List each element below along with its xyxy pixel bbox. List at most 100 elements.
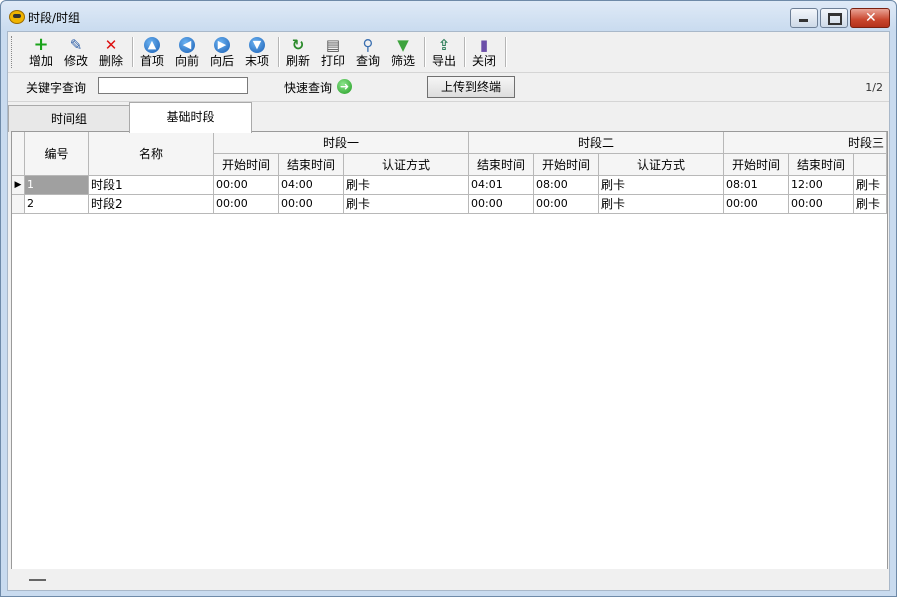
quick-search-label[interactable]: 快速查询 <box>284 79 332 96</box>
table-cell[interactable]: 08:00 <box>534 176 599 195</box>
last-button[interactable]: ▼ 末项 <box>241 34 273 70</box>
filter-button[interactable]: ▼ 筛选 <box>387 34 419 70</box>
edit-label: 修改 <box>63 54 88 68</box>
add-button[interactable]: + 增加 <box>25 34 57 70</box>
table-cell-name[interactable]: 时段1 <box>89 176 214 195</box>
col-header-start[interactable]: 开始时间 <box>534 154 599 176</box>
window-title: 时段/时组 <box>28 11 81 25</box>
first-icon: ▲ <box>144 37 160 53</box>
col-header-end[interactable]: 结束时间 <box>789 154 854 176</box>
col-header-auth-partial[interactable] <box>854 154 887 176</box>
add-icon: + <box>33 34 49 55</box>
close-button[interactable]: ▮ 关闭 <box>468 34 500 70</box>
col-header-auth[interactable]: 认证方式 <box>599 154 724 176</box>
delete-label: 删除 <box>98 54 123 68</box>
table-cell-no[interactable]: 1 <box>25 176 89 195</box>
title-bar[interactable]: 时段/时组 ✕ <box>1 1 896 31</box>
col-header-no[interactable]: 编号 <box>25 132 89 176</box>
table-cell[interactable]: 04:00 <box>279 176 344 195</box>
first-button[interactable]: ▲ 首项 <box>136 34 168 70</box>
table-cell[interactable]: 刷卡 <box>344 195 469 214</box>
first-label: 首项 <box>139 54 164 68</box>
table-cell[interactable]: 刷卡 <box>599 176 724 195</box>
print-button[interactable]: ▤ 打印 <box>317 34 349 70</box>
table-cell[interactable]: 00:00 <box>214 176 279 195</box>
keyword-label: 关键字查询 <box>26 81 87 95</box>
data-grid[interactable]: 编号 名称 时段一 时段二 时段三 开始时间 结束时间 认证方式 结束时间 开始… <box>11 131 888 570</box>
search-icon: ⚲ <box>362 36 374 54</box>
group-header-period2: 时段二 <box>469 132 724 154</box>
group-header-period1: 时段一 <box>214 132 469 154</box>
table-cell[interactable]: 00:00 <box>469 195 534 214</box>
filter-icon: ▼ <box>397 36 409 54</box>
table-cell[interactable]: 04:01 <box>469 176 534 195</box>
app-icon <box>9 10 25 24</box>
next-label: 向后 <box>209 54 234 68</box>
table-cell[interactable]: 刷卡 <box>344 176 469 195</box>
col-header-start[interactable]: 开始时间 <box>214 154 279 176</box>
table-cell[interactable]: 00:00 <box>279 195 344 214</box>
keyword-input[interactable] <box>98 77 248 94</box>
table-cell[interactable]: 刷卡 <box>854 176 887 195</box>
search-button[interactable]: ⚲ 查询 <box>352 34 384 70</box>
quick-search-go-icon[interactable]: ➜ <box>337 79 352 94</box>
tab-time-group[interactable]: 时间组 <box>8 105 130 132</box>
toolbar: + 增加 ✎ 修改 ✕ 删除 ▲ 首项 ◀ 向前 ▶ 向后 ▼ 末项 ↻ 刷新 … <box>8 32 889 73</box>
current-row-indicator-icon[interactable]: ▶ <box>12 176 25 195</box>
previous-icon: ◀ <box>179 37 195 53</box>
print-icon: ▤ <box>325 36 341 54</box>
table-cell[interactable]: 00:00 <box>534 195 599 214</box>
table-cell[interactable]: 刷卡 <box>854 195 887 214</box>
table-cell[interactable]: 08:01 <box>724 176 789 195</box>
export-icon: ⇪ <box>437 36 451 54</box>
delete-button[interactable]: ✕ 删除 <box>95 34 127 70</box>
col-header-end[interactable]: 结束时间 <box>469 154 534 176</box>
edit-button[interactable]: ✎ 修改 <box>60 34 92 70</box>
toolbar-separator <box>132 37 134 67</box>
table-cell-name[interactable]: 时段2 <box>89 195 214 214</box>
col-header-end[interactable]: 结束时间 <box>279 154 344 176</box>
status-bar <box>8 569 889 590</box>
query-bar: 关键字查询 快速查询 ➜ 上传到终端 1/2 <box>8 73 889 102</box>
row-indicator[interactable] <box>12 195 25 214</box>
toolbar-separator <box>424 37 426 67</box>
main-window: 时段/时组 ✕ + 增加 ✎ 修改 ✕ 删除 ▲ 首项 ◀ 向前 ▶ 向后 ▼ … <box>0 0 897 597</box>
add-label: 增加 <box>28 54 53 68</box>
col-header-auth[interactable]: 认证方式 <box>344 154 469 176</box>
minimize-icon <box>799 19 808 22</box>
maximize-button[interactable] <box>820 8 848 28</box>
close-door-icon: ▮ <box>479 36 489 54</box>
table-cell-no[interactable]: 2 <box>25 195 89 214</box>
table-cell[interactable]: 00:00 <box>789 195 854 214</box>
col-header-start[interactable]: 开始时间 <box>724 154 789 176</box>
tab-strip: 时间组 基础时段 <box>8 102 889 133</box>
edit-icon: ✎ <box>69 36 83 54</box>
next-icon: ▶ <box>214 37 230 53</box>
table-cell[interactable]: 12:00 <box>789 176 854 195</box>
toolbar-grip[interactable] <box>11 36 14 68</box>
client-area: + 增加 ✎ 修改 ✕ 删除 ▲ 首项 ◀ 向前 ▶ 向后 ▼ 末项 ↻ 刷新 … <box>7 31 890 591</box>
export-label: 导出 <box>431 54 456 68</box>
minimize-button[interactable] <box>790 8 818 28</box>
group-header-period3: 时段三 <box>724 132 887 154</box>
last-icon: ▼ <box>249 37 265 53</box>
table-cell[interactable]: 00:00 <box>214 195 279 214</box>
table-cell[interactable]: 00:00 <box>724 195 789 214</box>
toolbar-separator <box>464 37 466 67</box>
previous-button[interactable]: ◀ 向前 <box>171 34 203 70</box>
status-indicator <box>29 579 46 581</box>
upload-to-terminal-button[interactable]: 上传到终端 <box>427 76 515 98</box>
search-label: 查询 <box>355 54 380 68</box>
next-button[interactable]: ▶ 向后 <box>206 34 238 70</box>
refresh-button[interactable]: ↻ 刷新 <box>282 34 314 70</box>
table-cell[interactable]: 刷卡 <box>599 195 724 214</box>
close-window-button[interactable]: ✕ <box>850 8 890 28</box>
tab-basic-period[interactable]: 基础时段 <box>129 102 252 133</box>
col-header-name[interactable]: 名称 <box>89 132 214 176</box>
last-label: 末项 <box>244 54 269 68</box>
close-icon: ✕ <box>865 10 877 26</box>
export-button[interactable]: ⇪ 导出 <box>428 34 460 70</box>
delete-icon: ✕ <box>104 36 118 54</box>
page-indicator: 1/2 <box>865 81 883 94</box>
previous-label: 向前 <box>174 54 199 68</box>
